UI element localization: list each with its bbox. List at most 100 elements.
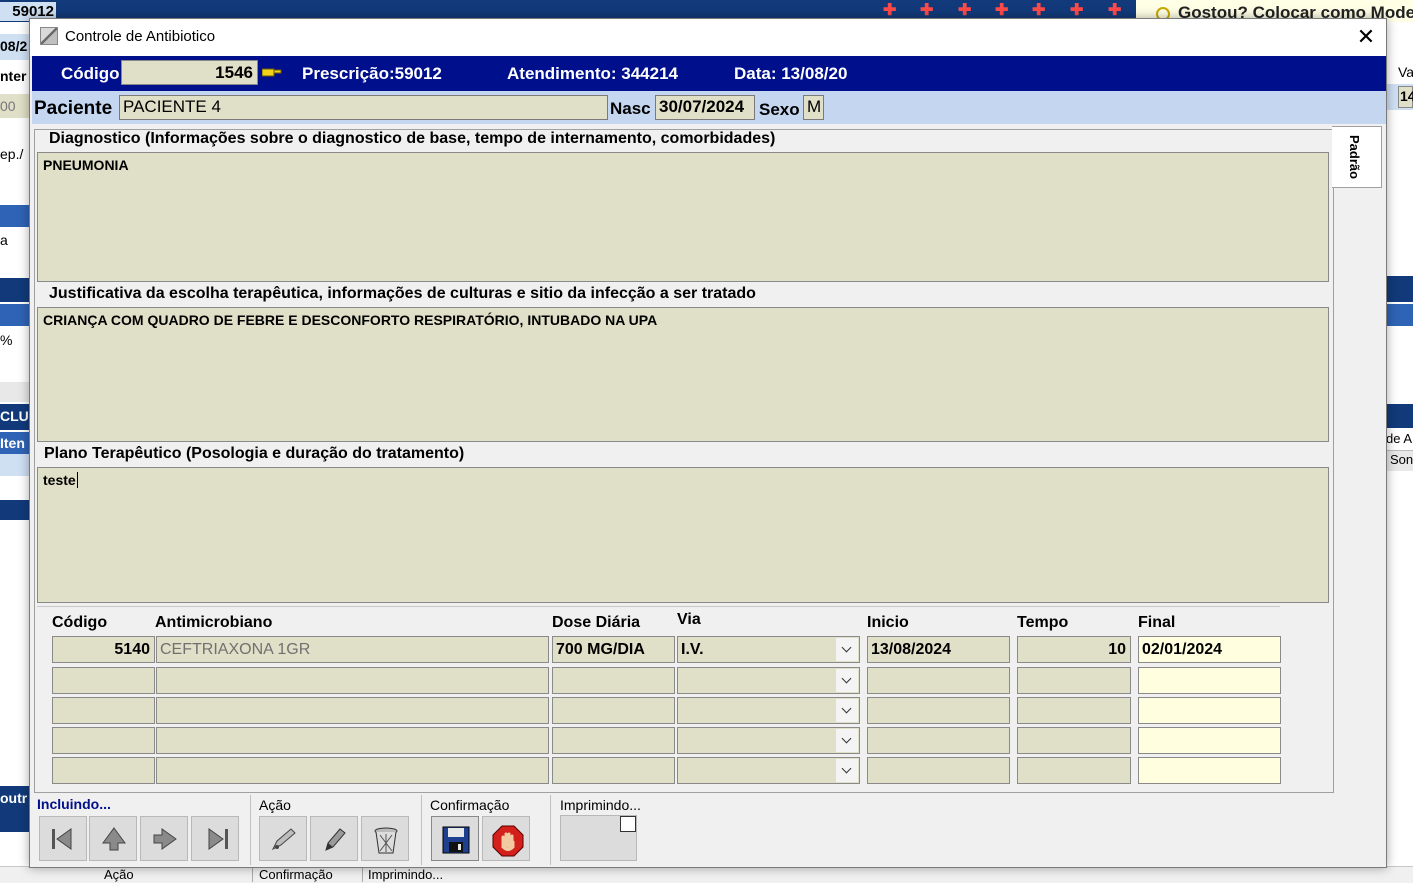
- cell-inicio[interactable]: [867, 667, 1010, 694]
- via-select[interactable]: [677, 727, 860, 754]
- cell-inicio[interactable]: [867, 757, 1010, 784]
- cell-final[interactable]: [1138, 667, 1281, 694]
- cell-inicio[interactable]: [867, 697, 1010, 724]
- first-arrow-icon: [52, 828, 72, 850]
- cell-inicio[interactable]: [867, 727, 1010, 754]
- justificativa-title: Justificativa da escolha terapêutica, in…: [46, 285, 759, 303]
- birthdate-field[interactable]: 30/07/2024: [655, 95, 755, 120]
- status-label: Imprimindo...: [368, 867, 444, 882]
- previous-record-button[interactable]: [89, 816, 137, 861]
- chevron-down-icon[interactable]: [836, 669, 858, 692]
- background-fragment: CLU: [0, 408, 29, 424]
- sexo-label: Sexo: [759, 100, 800, 119]
- col-header-final: Final: [1138, 614, 1176, 631]
- pointer-hand-icon[interactable]: [262, 65, 282, 79]
- last-arrow-icon: [208, 828, 228, 850]
- cell-dose[interactable]: [552, 727, 675, 754]
- chevron-down-icon[interactable]: [836, 729, 858, 752]
- save-button[interactable]: [431, 816, 479, 861]
- via-select[interactable]: I.V.: [677, 636, 860, 663]
- codigo-field[interactable]: 1546: [121, 60, 258, 85]
- cell-codigo[interactable]: [52, 697, 155, 724]
- cross-icon: ✚: [920, 2, 934, 19]
- cell-antimicrobiano[interactable]: [156, 757, 549, 784]
- cell-antimicrobiano[interactable]: CEFTRIAXONA 1GR: [156, 636, 549, 663]
- background-fragment: a: [0, 232, 8, 248]
- mode-label: Incluindo...: [37, 796, 111, 812]
- cell-final[interactable]: [1138, 697, 1281, 724]
- pencil-icon: [325, 828, 346, 851]
- delete-button[interactable]: [361, 816, 409, 861]
- close-icon[interactable]: ✕: [1352, 23, 1380, 51]
- nasc-label: Nasc: [610, 99, 651, 118]
- patient-name-field[interactable]: PACIENTE 4: [119, 95, 608, 120]
- cancel-button[interactable]: [482, 816, 530, 861]
- cell-final[interactable]: 02/01/2024: [1138, 636, 1281, 663]
- cell-dose[interactable]: [552, 697, 675, 724]
- tab-padrao[interactable]: Padrão: [1332, 126, 1382, 188]
- chevron-down-icon[interactable]: [836, 699, 858, 722]
- background-fragment: outr: [0, 790, 28, 806]
- antibiotic-control-dialog: Controle de Antibiotico ✕ Código 1546 Pr…: [29, 18, 1387, 868]
- plano-textarea[interactable]: teste: [37, 467, 1329, 603]
- cell-dose[interactable]: [552, 667, 675, 694]
- chevron-down-icon[interactable]: [836, 759, 858, 782]
- col-header-antimicrobiano: Antimicrobiano: [155, 614, 273, 631]
- cross-icon: ✚: [1070, 2, 1084, 19]
- imprimindo-label: Imprimindo...: [560, 797, 641, 813]
- status-label: Confirmação: [259, 867, 333, 882]
- cross-icon: ✚: [958, 2, 972, 19]
- print-checkbox[interactable]: [620, 816, 636, 832]
- cell-antimicrobiano[interactable]: [156, 697, 549, 724]
- cell-codigo[interactable]: 5140: [52, 636, 155, 663]
- cell-tempo[interactable]: 10: [1017, 636, 1131, 663]
- cell-codigo[interactable]: [52, 667, 155, 694]
- via-select[interactable]: [677, 697, 860, 724]
- cell-antimicrobiano[interactable]: [156, 727, 549, 754]
- confirmacao-label: Confirmação: [430, 797, 510, 813]
- cross-icon: ✚: [1032, 2, 1046, 19]
- via-select[interactable]: [677, 667, 860, 694]
- add-button[interactable]: [259, 816, 307, 861]
- col-header-tempo: Tempo: [1017, 614, 1069, 631]
- background-fragment: Va: [1398, 64, 1413, 80]
- via-select[interactable]: [677, 757, 860, 784]
- text-caret: [76, 472, 78, 488]
- justificativa-textarea[interactable]: CRIANÇA COM QUADRO DE FEBRE E DESCONFORT…: [37, 307, 1329, 442]
- cell-antimicrobiano[interactable]: [156, 667, 549, 694]
- acao-label: Ação: [259, 797, 291, 813]
- edit-button[interactable]: [310, 816, 358, 861]
- cell-dose[interactable]: 700 MG/DIA: [552, 636, 675, 663]
- cell-codigo[interactable]: [52, 757, 155, 784]
- next-record-button[interactable]: [140, 816, 188, 861]
- cross-icon: ✚: [995, 2, 1009, 19]
- background-fragment: 08/2: [0, 38, 28, 54]
- patient-label: Paciente: [34, 98, 113, 119]
- cell-tempo[interactable]: [1017, 757, 1131, 784]
- prescricao-text: Prescrição:59012: [302, 64, 442, 83]
- cell-dose[interactable]: [552, 757, 675, 784]
- chevron-down-icon[interactable]: [836, 638, 858, 661]
- background-fragment: nter: [0, 68, 27, 84]
- diagnostico-textarea[interactable]: PNEUMONIA: [37, 152, 1329, 282]
- data-text: Data: 13/08/20: [734, 64, 848, 83]
- last-record-button[interactable]: [191, 816, 239, 861]
- cell-final[interactable]: [1138, 757, 1281, 784]
- cell-tempo[interactable]: [1017, 667, 1131, 694]
- cell-codigo[interactable]: [52, 727, 155, 754]
- app-icon: [40, 27, 58, 45]
- background-fragment: ep./: [0, 146, 24, 162]
- sex-field[interactable]: M: [803, 95, 824, 120]
- cell-tempo[interactable]: [1017, 727, 1131, 754]
- cross-icon: ✚: [883, 2, 897, 19]
- first-record-button[interactable]: [39, 816, 87, 861]
- plano-title: Plano Terapêutico (Posologia e duração d…: [41, 445, 468, 463]
- floppy-disk-icon: [442, 826, 470, 854]
- diagnostico-title: Diagnostico (Informações sobre o diagnos…: [46, 130, 779, 148]
- cell-tempo[interactable]: [1017, 697, 1131, 724]
- cell-inicio[interactable]: 13/08/2024: [867, 636, 1010, 663]
- plano-text: teste: [43, 472, 76, 488]
- patient-bar: Paciente PACIENTE 4 Nasc 30/07/2024 Sexo…: [32, 91, 1386, 124]
- cell-final[interactable]: [1138, 727, 1281, 754]
- via-value: I.V.: [681, 641, 704, 658]
